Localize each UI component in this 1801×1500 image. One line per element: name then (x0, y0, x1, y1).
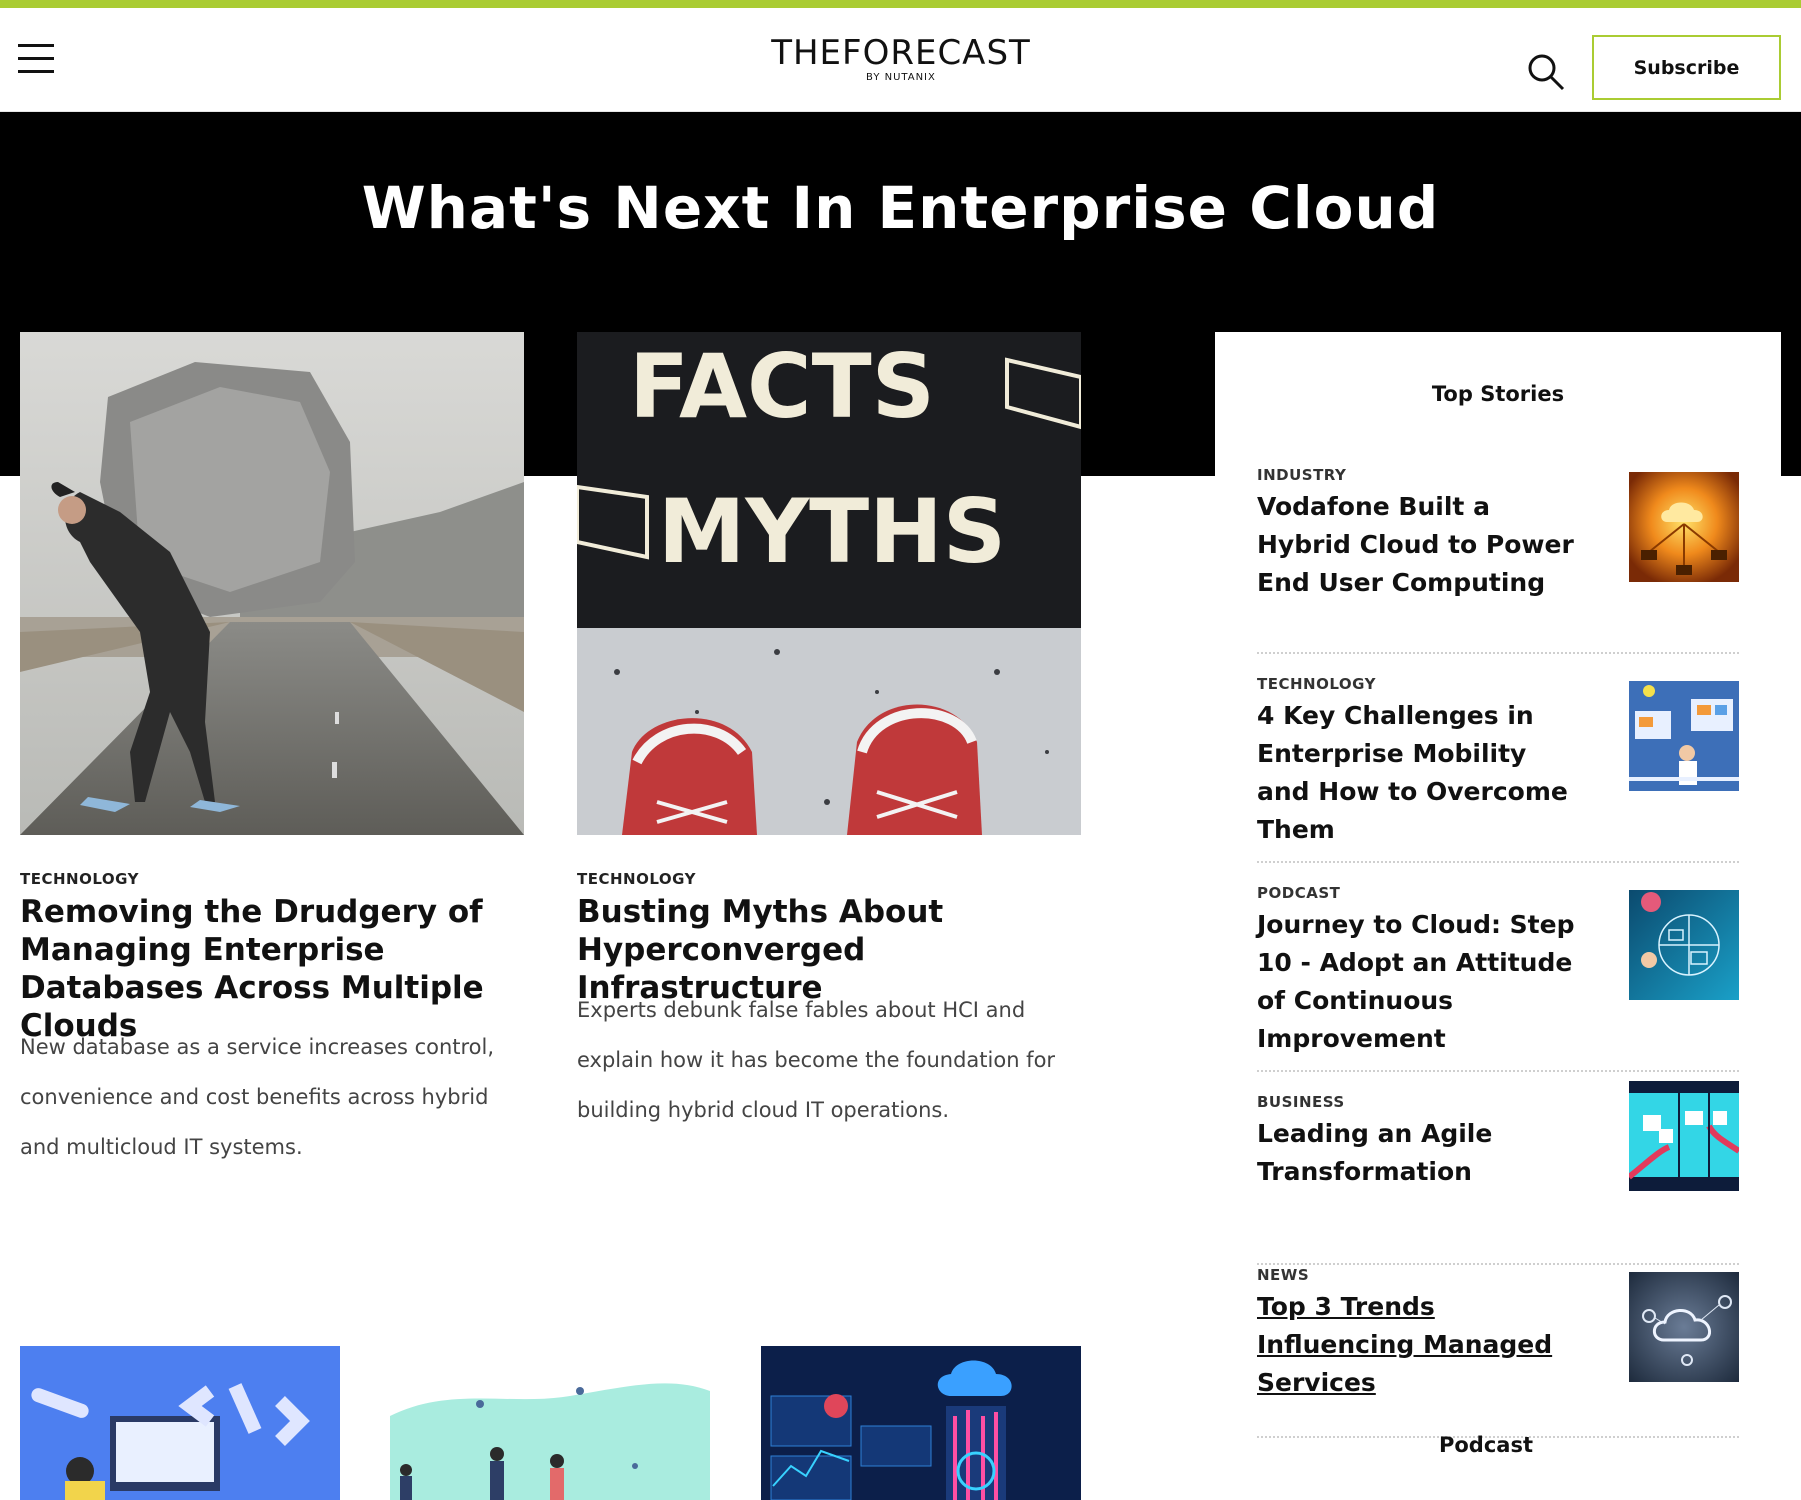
story-category[interactable]: INDUSTRY (1257, 466, 1346, 484)
top-stories-heading: Top Stories (1431, 382, 1565, 406)
featured-category[interactable]: TECHNOLOGY (20, 870, 139, 888)
story-thumbnail[interactable] (1629, 1081, 1739, 1191)
story-category[interactable]: NEWS (1257, 1266, 1309, 1284)
story-thumbnail[interactable] (1629, 890, 1739, 1000)
top-accent-bar (0, 0, 1801, 8)
story-item[interactable]: NEWS Top 3 Trends Influencing Managed Se… (1257, 1266, 1739, 1438)
top-stories-sidebar: Top Stories INDUSTRY Vodafone Built a Hy… (1215, 332, 1781, 1500)
story-title[interactable]: Vodafone Built a Hybrid Cloud to Power E… (1257, 488, 1587, 602)
story-title[interactable]: Top 3 Trends Influencing Managed Service… (1257, 1288, 1587, 1402)
story-title[interactable]: 4 Key Challenges in Enterprise Mobility … (1257, 697, 1587, 849)
podcast-heading: Podcast (1438, 1433, 1533, 1457)
facts-text: FACTS (629, 335, 935, 438)
story-title[interactable]: Journey to Cloud: Step 10 - Adopt an Att… (1257, 906, 1587, 1058)
story-thumbnail[interactable] (1629, 681, 1739, 791)
featured-category[interactable]: TECHNOLOGY (577, 870, 696, 888)
story-item[interactable]: INDUSTRY Vodafone Built a Hybrid Cloud t… (1257, 466, 1739, 654)
story-category[interactable]: PODCAST (1257, 884, 1340, 902)
featured-image-facts-myths[interactable]: FACTS MYTHS (577, 332, 1081, 835)
story-thumbnail[interactable] (1629, 472, 1739, 582)
article-image-people[interactable] (390, 1346, 710, 1500)
story-item[interactable]: BUSINESS Leading an Agile Transformation (1257, 1081, 1739, 1265)
story-title[interactable]: Leading an Agile Transformation (1257, 1115, 1587, 1191)
site-header: THEFORECAST BY NUTANIX Subscribe (0, 8, 1801, 112)
story-item[interactable]: TECHNOLOGY 4 Key Challenges in Enterpris… (1257, 675, 1739, 863)
logo-byline: BY NUTANIX (866, 72, 936, 83)
search-icon[interactable] (1526, 52, 1566, 92)
menu-icon[interactable] (18, 44, 54, 74)
subscribe-button[interactable]: Subscribe (1592, 35, 1781, 100)
article-image-cloud-data[interactable] (761, 1346, 1081, 1500)
story-thumbnail[interactable] (1629, 1272, 1739, 1382)
site-logo[interactable]: THEFORECAST BY NUTANIX (746, 34, 1056, 88)
page-title: What's Next In Enterprise Cloud (361, 174, 1440, 242)
featured-description: Experts debunk false fables about HCI an… (577, 998, 1056, 1122)
story-item[interactable]: PODCAST Journey to Cloud: Step 10 - Adop… (1257, 884, 1739, 1072)
story-category[interactable]: BUSINESS (1257, 1093, 1345, 1111)
myths-text: MYTHS (658, 480, 1006, 583)
story-category[interactable]: TECHNOLOGY (1257, 675, 1376, 693)
featured-image-boulder[interactable] (20, 332, 524, 835)
logo-wordmark: THEFORECAST (771, 33, 1031, 73)
featured-description: New database as a service increases cont… (20, 1035, 495, 1159)
article-image-coding[interactable] (20, 1346, 340, 1500)
